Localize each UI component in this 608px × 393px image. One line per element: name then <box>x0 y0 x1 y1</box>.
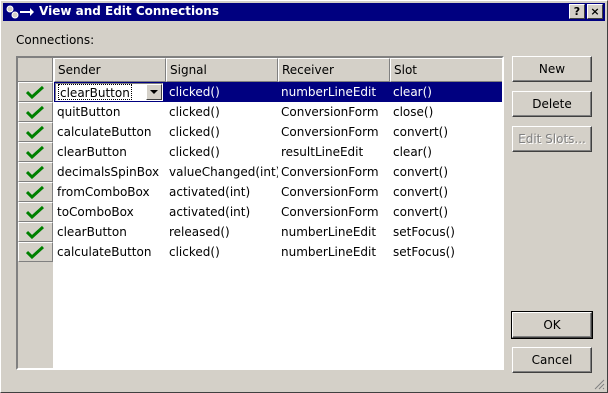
receiver-cell[interactable]: ConversionForm <box>278 202 390 222</box>
sender-cell[interactable]: clearButton <box>54 222 166 242</box>
check-icon <box>26 206 44 219</box>
receiver-cell[interactable]: ConversionForm <box>278 182 390 202</box>
header-sender[interactable]: Sender <box>54 58 166 82</box>
sender-combobox[interactable]: clearButton <box>55 83 163 101</box>
sender-cell[interactable]: clearButton <box>54 142 166 162</box>
sender-cell[interactable]: calculateButton <box>54 122 166 142</box>
new-button[interactable]: New <box>512 56 592 82</box>
table-row[interactable]: toComboBox activated(int) ConversionForm… <box>54 202 502 222</box>
signal-cell[interactable]: activated(int) <box>166 202 278 222</box>
receiver-cell[interactable]: resultLineEdit <box>278 142 390 162</box>
check-icon <box>26 106 44 119</box>
table-row-selected[interactable]: clearButton clicked() numberLineEdit cle… <box>54 82 502 102</box>
slot-cell[interactable]: clear() <box>390 142 502 162</box>
header-slot[interactable]: Slot <box>390 58 502 82</box>
delete-button[interactable]: Delete <box>512 91 592 117</box>
check-icon <box>26 246 44 259</box>
help-button[interactable]: ? <box>569 4 585 19</box>
sender-cell[interactable]: toComboBox <box>54 202 166 222</box>
header-receiver[interactable]: Receiver <box>278 58 390 82</box>
row-check-cell[interactable] <box>18 122 53 142</box>
row-check-cell[interactable] <box>18 82 53 102</box>
signal-cell[interactable]: valueChanged(int) <box>166 162 278 182</box>
table-row[interactable]: quitButton clicked() ConversionForm clos… <box>54 102 502 122</box>
table-body: clearButton clicked() numberLineEdit cle… <box>54 82 502 368</box>
slot-cell[interactable]: convert() <box>390 162 502 182</box>
check-icon <box>26 186 44 199</box>
signal-cell[interactable]: activated(int) <box>166 182 278 202</box>
signal-cell[interactable]: released() <box>166 222 278 242</box>
row-check-cell[interactable] <box>18 202 53 222</box>
row-check-cell[interactable] <box>18 162 53 182</box>
receiver-cell[interactable]: numberLineEdit <box>278 242 390 262</box>
slot-cell[interactable]: convert() <box>390 202 502 222</box>
chevron-down-icon[interactable] <box>146 84 162 100</box>
slot-cell[interactable]: convert() <box>390 122 502 142</box>
sender-combobox-value: clearButton <box>58 84 132 100</box>
designer-app-icon <box>6 5 34 19</box>
table-row[interactable]: calculateButton clicked() ConversionForm… <box>54 122 502 142</box>
check-icon <box>26 126 44 139</box>
row-check-cell[interactable] <box>18 242 53 262</box>
connections-label: Connections: <box>16 33 95 47</box>
slot-cell[interactable]: setFocus() <box>390 242 502 262</box>
receiver-cell[interactable]: numberLineEdit <box>278 82 390 102</box>
cancel-button[interactable]: Cancel <box>512 347 592 373</box>
window-title: View and Edit Connections <box>39 4 219 18</box>
row-check-cell[interactable] <box>18 182 53 202</box>
receiver-cell[interactable]: ConversionForm <box>278 102 390 122</box>
row-check-cell[interactable] <box>18 222 53 242</box>
signal-cell[interactable]: clicked() <box>166 82 278 102</box>
check-icon <box>26 166 44 179</box>
slot-cell[interactable]: close() <box>390 102 502 122</box>
connections-table[interactable]: Sender Signal Receiver Slot clearButton … <box>16 56 504 370</box>
table-row[interactable]: clearButton clicked() resultLineEdit cle… <box>54 142 502 162</box>
receiver-cell[interactable]: numberLineEdit <box>278 222 390 242</box>
table-corner <box>18 58 53 82</box>
title-bar[interactable]: View and Edit Connections ? × <box>3 3 605 21</box>
connections-dialog: View and Edit Connections ? × Connection… <box>0 0 608 393</box>
header-signal[interactable]: Signal <box>166 58 278 82</box>
receiver-cell[interactable]: ConversionForm <box>278 162 390 182</box>
signal-cell[interactable]: clicked() <box>166 122 278 142</box>
row-check-cell[interactable] <box>18 142 53 162</box>
table-row[interactable]: calculateButton clicked() numberLineEdit… <box>54 242 502 262</box>
slot-cell[interactable]: convert() <box>390 182 502 202</box>
check-icon <box>26 226 44 239</box>
sender-cell[interactable]: decimalsSpinBox <box>54 162 166 182</box>
table-row[interactable]: clearButton released() numberLineEdit se… <box>54 222 502 242</box>
check-icon <box>26 146 44 159</box>
row-check-cell[interactable] <box>18 102 53 122</box>
receiver-cell[interactable]: ConversionForm <box>278 122 390 142</box>
ok-button[interactable]: OK <box>511 311 593 339</box>
table-row[interactable]: fromComboBox activated(int) ConversionFo… <box>54 182 502 202</box>
slot-cell[interactable]: clear() <box>390 82 502 102</box>
row-header <box>18 82 53 368</box>
close-button[interactable]: × <box>587 4 603 19</box>
sender-cell[interactable]: quitButton <box>54 102 166 122</box>
edit-slots-button[interactable]: Edit Slots... <box>512 126 592 152</box>
check-icon <box>26 86 44 99</box>
slot-cell[interactable]: setFocus() <box>390 222 502 242</box>
signal-cell[interactable]: clicked() <box>166 242 278 262</box>
resize-grip-icon[interactable] <box>593 378 605 390</box>
table-row[interactable]: decimalsSpinBox valueChanged(int) Conver… <box>54 162 502 182</box>
signal-cell[interactable]: clicked() <box>166 102 278 122</box>
signal-cell[interactable]: clicked() <box>166 142 278 162</box>
sender-cell[interactable]: calculateButton <box>54 242 166 262</box>
sender-cell[interactable]: fromComboBox <box>54 182 166 202</box>
